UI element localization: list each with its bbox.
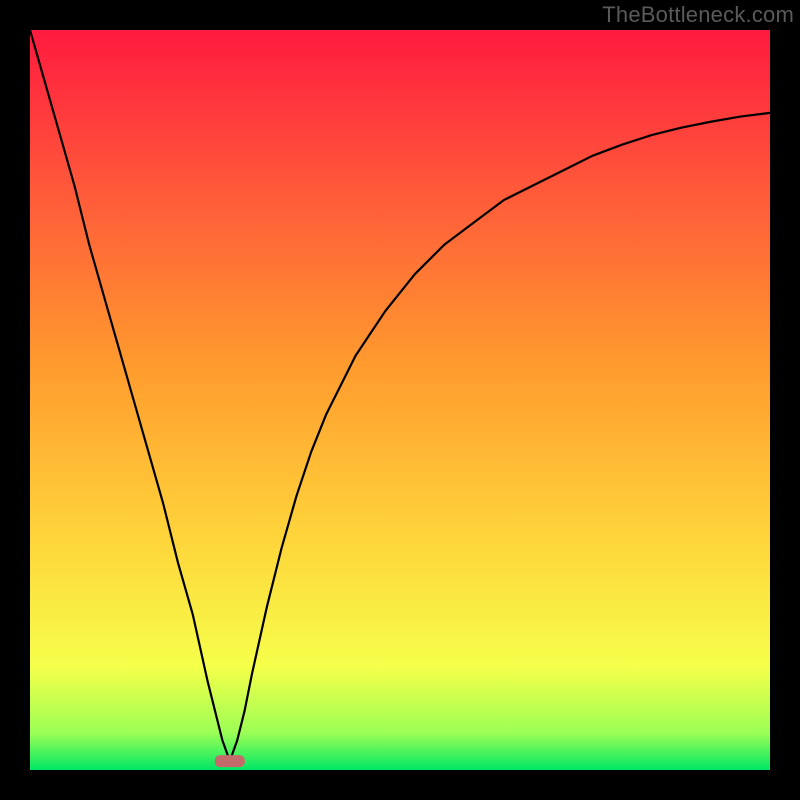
plot-frame <box>30 30 770 770</box>
plot-svg <box>30 30 770 770</box>
gradient-background <box>30 30 770 770</box>
watermark-text: TheBottleneck.com <box>602 2 794 28</box>
chart-container: TheBottleneck.com <box>0 0 800 800</box>
minimum-marker <box>215 755 245 767</box>
